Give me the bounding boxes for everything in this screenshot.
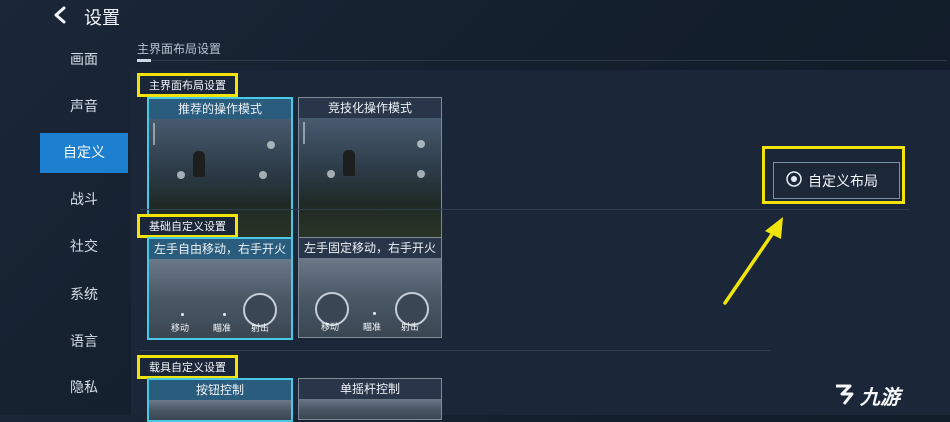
control-preview [299,399,441,419]
watermark-logo-icon [836,384,854,405]
section-title: 主界面布局设置 [137,42,222,56]
card-caption: 左手自由移动，右手开火 [149,239,291,259]
layout-card-competitive[interactable]: 竞技化操作模式 [298,97,442,239]
control-card-fixed-move[interactable]: 左手固定移动，右手开火 移动 瞄准 射击 [298,237,442,338]
back-arrow-icon[interactable] [50,5,70,25]
section-divider [137,60,947,61]
watermark-text: 九游 [860,385,900,409]
annotation-arrow-icon [723,217,783,305]
card-caption: 单摇杆控制 [299,379,441,399]
sidebar-item-language[interactable]: 语言 [40,322,128,362]
sidebar-item-system[interactable]: 系统 [40,275,128,315]
card-caption: 左手固定移动，右手开火 [299,238,441,258]
sidebar-item-privacy[interactable]: 隐私 [40,368,128,408]
control-label-aim: 瞄准 [363,323,382,333]
group-divider [140,209,910,210]
control-preview: 移动 瞄准 射击 [299,258,441,337]
gameplay-preview [299,118,441,238]
card-caption: 推荐的操作模式 [149,99,291,119]
group-label-basic-custom: 基础自定义设置 [137,214,238,238]
sidebar-item-custom[interactable]: 自定义 [40,133,128,173]
control-card-free-move[interactable]: 左手自由移动，右手开火 移动 瞄准 射击 [147,237,293,340]
sidebar-item-display[interactable]: 画面 [40,40,128,80]
control-label-fire: 射击 [401,323,420,333]
sidebar: 画面 声音 自定义 战斗 社交 系统 语言 隐私 [0,40,128,415]
control-label-move: 移动 [321,323,340,333]
page-title: 设置 [84,8,120,29]
vehicle-card-button[interactable]: 按钮控制 [147,378,293,422]
control-label-fire: 射击 [251,324,270,334]
sidebar-item-social[interactable]: 社交 [40,227,128,267]
vehicle-card-joystick[interactable]: 单摇杆控制 [298,378,442,420]
sidebar-item-combat[interactable]: 战斗 [40,180,128,220]
section-marker [137,59,151,62]
group-label-main-layout: 主界面布局设置 [137,73,238,97]
control-label-move: 移动 [171,324,190,334]
control-label-aim: 瞄准 [213,324,232,334]
card-caption: 竞技化操作模式 [299,98,441,118]
card-caption: 按钮控制 [149,380,291,400]
group-label-vehicle-custom: 载具自定义设置 [137,355,238,379]
control-preview [149,400,291,420]
sidebar-item-sound[interactable]: 声音 [40,87,128,127]
control-preview: 移动 瞄准 射击 [149,259,291,338]
highlight-frame [762,146,905,204]
group-divider [140,350,770,351]
